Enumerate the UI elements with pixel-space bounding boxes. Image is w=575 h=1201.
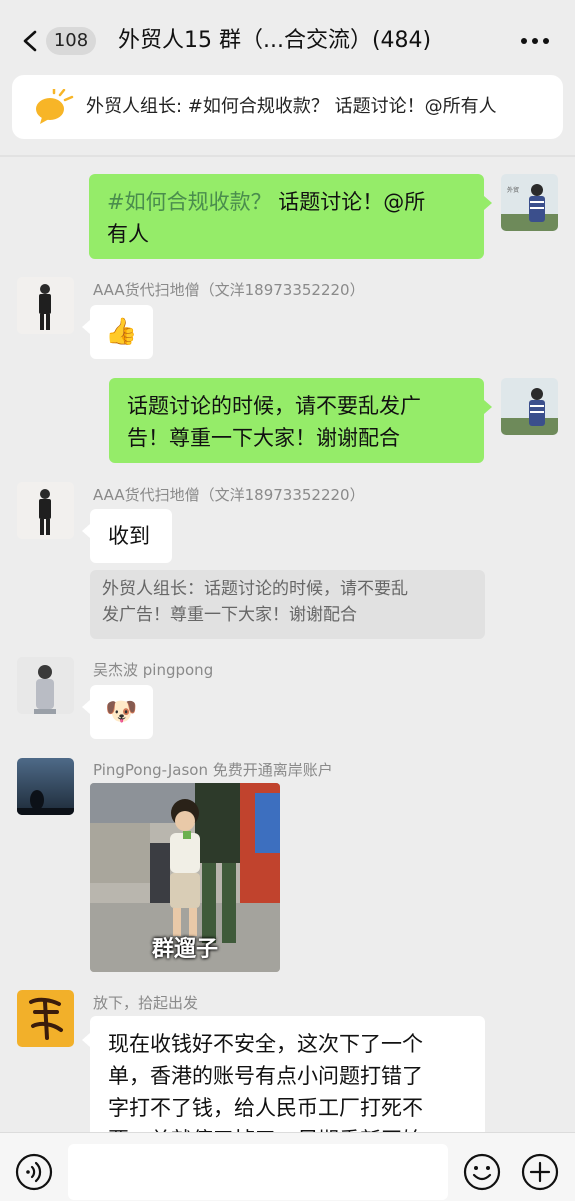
message-bubble-incoming[interactable]: 收到 <box>90 509 172 563</box>
divider <box>0 155 575 157</box>
message-text: 收到 <box>108 524 150 548</box>
sender-name: 吴杰波 pingpong <box>93 661 214 679</box>
quoted-message[interactable]: 外贸人组长：话题讨论的时候，请不要乱 发广告！尊重一下大家！谢谢配合 <box>90 570 485 639</box>
message-bubble-outgoing[interactable]: 话题讨论的时候，请不要乱发广 告！尊重一下大家！谢谢配合 <box>109 378 484 463</box>
unread-count-badge[interactable]: 108 <box>46 27 96 55</box>
plus-icon[interactable] <box>521 1153 559 1191</box>
message-text: 现在收钱好不安全，这次下了一个 <box>108 1032 423 1056</box>
message-input[interactable] <box>68 1144 448 1200</box>
pinned-text: 外贸人组长: #如何合规收款？ 话题讨论！@所有人 <box>86 96 497 117</box>
emoji-bubble[interactable]: 👍 <box>90 305 153 359</box>
quote-text: 发广告！尊重一下大家！谢谢配合 <box>102 605 357 625</box>
sender-avatar[interactable] <box>17 657 74 714</box>
my-avatar[interactable] <box>501 378 558 435</box>
quote-text: 外贸人组长：话题讨论的时候，请不要乱 <box>102 579 408 599</box>
pinned-announcement[interactable]: 外贸人组长: #如何合规收款？ 话题讨论！@所有人 <box>12 75 563 139</box>
bubble-tail <box>82 320 90 334</box>
message-text: 有人 <box>107 222 149 246</box>
bubble-tail <box>484 400 492 414</box>
message-text: 话题讨论！@所 <box>271 190 426 214</box>
emoji-bubble[interactable]: 🐶 <box>90 685 153 739</box>
more-options-icon[interactable] <box>518 28 552 54</box>
message-bubble-outgoing[interactable]: #如何合规收款？ 话题讨论！@所 有人 <box>89 174 484 259</box>
bubble-tail <box>82 700 90 714</box>
bubble-tail <box>484 196 492 210</box>
thumbs-up-icon: 👍 <box>105 317 138 347</box>
sender-name: 放下，拾起出发 <box>93 994 199 1012</box>
announcement-bubble-icon <box>36 89 74 124</box>
sender-name: PingPong-Jason 免费开通离岸账户 <box>93 761 333 779</box>
svg-text:外贸: 外贸 <box>507 186 519 194</box>
back-arrow-icon[interactable] <box>20 30 42 52</box>
sender-name: AAA货代扫地僧（文洋18973352220） <box>93 281 365 299</box>
message-text: 单，香港的账号有点小问题打错了 <box>108 1064 423 1088</box>
message-text: 字打不了钱，给人民币工厂打死不 <box>108 1096 423 1120</box>
chat-title: 外贸人15 群（...合交流）(484) <box>118 28 432 53</box>
sender-avatar[interactable] <box>17 277 74 334</box>
bubble-tail <box>82 1033 90 1047</box>
voice-input-icon[interactable] <box>15 1153 53 1191</box>
doge-icon: 🐶 <box>105 697 138 727</box>
image-caption: 群遛子 <box>151 937 218 962</box>
message-text: 话题讨论的时候，请不要乱发广 <box>127 394 421 418</box>
my-avatar[interactable]: 外贸 <box>501 174 558 231</box>
sender-avatar[interactable] <box>17 758 74 815</box>
hashtag-text[interactable]: #如何合规收款？ <box>107 190 272 214</box>
sender-avatar[interactable] <box>17 482 74 539</box>
sender-avatar[interactable] <box>17 990 74 1047</box>
emoji-icon[interactable] <box>463 1153 501 1191</box>
sender-name: AAA货代扫地僧（文洋18973352220） <box>93 486 365 504</box>
bubble-tail <box>82 524 90 538</box>
image-message[interactable]: 群遛子 <box>90 783 280 972</box>
message-text: 告！尊重一下大家！谢谢配合 <box>127 426 400 450</box>
